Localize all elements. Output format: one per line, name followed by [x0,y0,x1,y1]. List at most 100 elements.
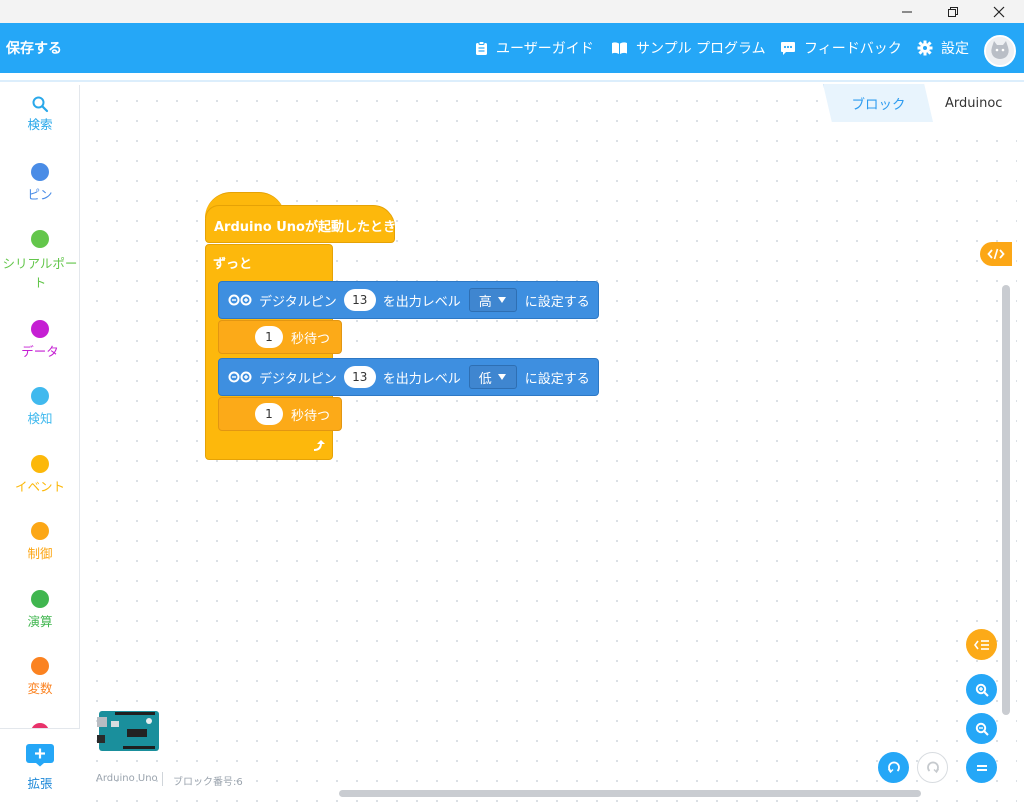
code-icon [987,248,1005,260]
arduino-infinity-icon [228,371,252,383]
app-window: 保存する ユーザーガイド サンプル プログラム フィードバック 設定 検索 ピン… [0,0,1024,810]
category-operators-label: 演算 [27,614,53,629]
settings-label: 設定 [941,41,969,57]
category-search-label: 検索 [27,117,53,132]
arduino-infinity-icon [228,294,252,306]
category-variables-dot [31,657,49,675]
tab-blocks[interactable]: ブロック [823,84,933,122]
category-sensing-dot [31,387,49,405]
horizontal-scrollbar[interactable] [339,790,921,797]
wait-seconds-label: 秒待つ [291,408,331,424]
when-uno-starts-label: Arduino Unoが起動したとき [214,219,396,235]
user-guide-label: ユーザーガイド [496,41,594,57]
digital-write-high-prefix: デジタルピン [259,294,337,310]
forever-label: ずっと [213,257,253,272]
minimize-icon [902,11,912,12]
save-button[interactable]: 保存する [6,38,62,58]
window-titlebar [0,0,1024,23]
category-serial[interactable]: シリアルポート [0,230,79,292]
digital-write-low-suffix: に設定する [524,371,590,387]
add-extension-icon [26,744,54,767]
category-event-dot [31,455,49,473]
category-serial-label: シリアルポート [2,256,78,290]
board-name-label: Arduino Uno [96,773,158,784]
category-variables[interactable]: 変数 [0,657,79,697]
block-list-button[interactable] [966,629,997,660]
extension-button[interactable]: 拡張 [0,728,80,804]
book-icon [612,42,627,54]
category-serial-dot [31,230,49,248]
close-icon [993,6,1005,17]
workspace-frame-line [0,80,1024,82]
pin-number-input[interactable]: 13 [343,366,376,388]
settings-button[interactable]: 設定 [917,38,969,58]
category-pin-label: ピン [27,187,53,202]
triangle-down-icon [497,374,506,380]
digital-write-high-suffix: に設定する [524,294,590,310]
category-operators[interactable]: 演算 [0,590,79,630]
category-sensing[interactable]: 検知 [0,387,79,427]
redo-button[interactable] [917,752,948,783]
arduino-board-icon [97,711,159,751]
category-data-dot [31,320,49,338]
category-event-label: イベント [14,479,65,494]
arduino-board-thumbnail[interactable] [97,707,161,755]
digital-write-high-block[interactable]: デジタルピン 13 を出力レベル 高 に設定する [218,281,599,319]
sample-program-button[interactable]: サンプル プログラム [611,38,766,58]
restore-button[interactable] [930,0,976,23]
undo-icon [887,761,900,773]
level-dropdown-value: 高 [478,294,492,310]
wait-seconds-label: 秒待つ [291,331,331,347]
list-collapse-icon [973,639,989,650]
when-uno-starts-block[interactable]: Arduino Unoが起動したとき [205,205,396,243]
wait-seconds-input[interactable]: 1 [255,403,283,425]
level-dropdown[interactable]: 高 [468,288,517,312]
digital-write-low-block[interactable]: デジタルピン 13 を出力レベル 低 に設定する [218,358,599,396]
extension-label: 拡張 [27,776,53,791]
zoom-out-button[interactable] [966,713,997,744]
restore-icon [948,6,958,17]
digital-write-high-mid: を出力レベル [382,294,461,310]
tab-arduino-code[interactable]: Arduinoc [935,84,1017,122]
zoom-in-icon [975,683,989,697]
feedback-button[interactable]: フィードバック [780,38,902,58]
digital-write-low-prefix: デジタルピン [259,371,337,387]
feedback-label: フィードバック [804,41,902,57]
user-avatar[interactable] [984,35,1016,67]
equals-icon [976,764,987,771]
triangle-down-icon [497,297,506,303]
category-data[interactable]: データ [0,320,79,360]
category-control-dot [31,522,49,540]
wait-seconds-block[interactable]: 1 秒待つ [218,320,342,354]
user-guide-button[interactable]: ユーザーガイド [475,38,594,58]
category-event[interactable]: イベント [0,455,79,495]
search-icon [32,96,49,113]
code-panel-toggle[interactable] [980,242,1012,266]
vertical-scrollbar[interactable] [1002,285,1010,715]
category-control[interactable]: 制御 [0,522,79,562]
close-button[interactable] [976,0,1022,23]
level-dropdown[interactable]: 低 [468,365,517,389]
chat-icon [781,41,795,55]
undo-button[interactable] [878,752,909,783]
zoom-in-button[interactable] [966,674,997,705]
reset-zoom-button[interactable] [966,752,997,783]
category-variables-label: 変数 [27,681,53,696]
wait-seconds-input[interactable]: 1 [255,326,283,348]
loop-arrow-icon [313,440,325,451]
wait-seconds-block[interactable]: 1 秒待つ [218,397,342,431]
digital-write-low-mid: を出力レベル [382,371,461,387]
level-dropdown-value: 低 [478,371,492,387]
category-sidebar: 検索 ピン シリアルポート データ 検知 イベント 制御 演算 変数 [0,85,80,804]
minimize-button[interactable] [884,0,930,23]
category-control-label: 制御 [27,546,53,561]
sample-program-label: サンプル プログラム [636,41,766,57]
redo-icon [926,761,939,773]
pin-number-input[interactable]: 13 [343,289,376,311]
clipboard-icon [476,40,487,55]
category-pin[interactable]: ピン [0,163,79,203]
zoom-out-icon [975,722,989,736]
app-header: 保存する ユーザーガイド サンプル プログラム フィードバック 設定 [0,23,1024,73]
gear-icon [917,40,933,56]
category-search[interactable]: 検索 [0,95,79,133]
